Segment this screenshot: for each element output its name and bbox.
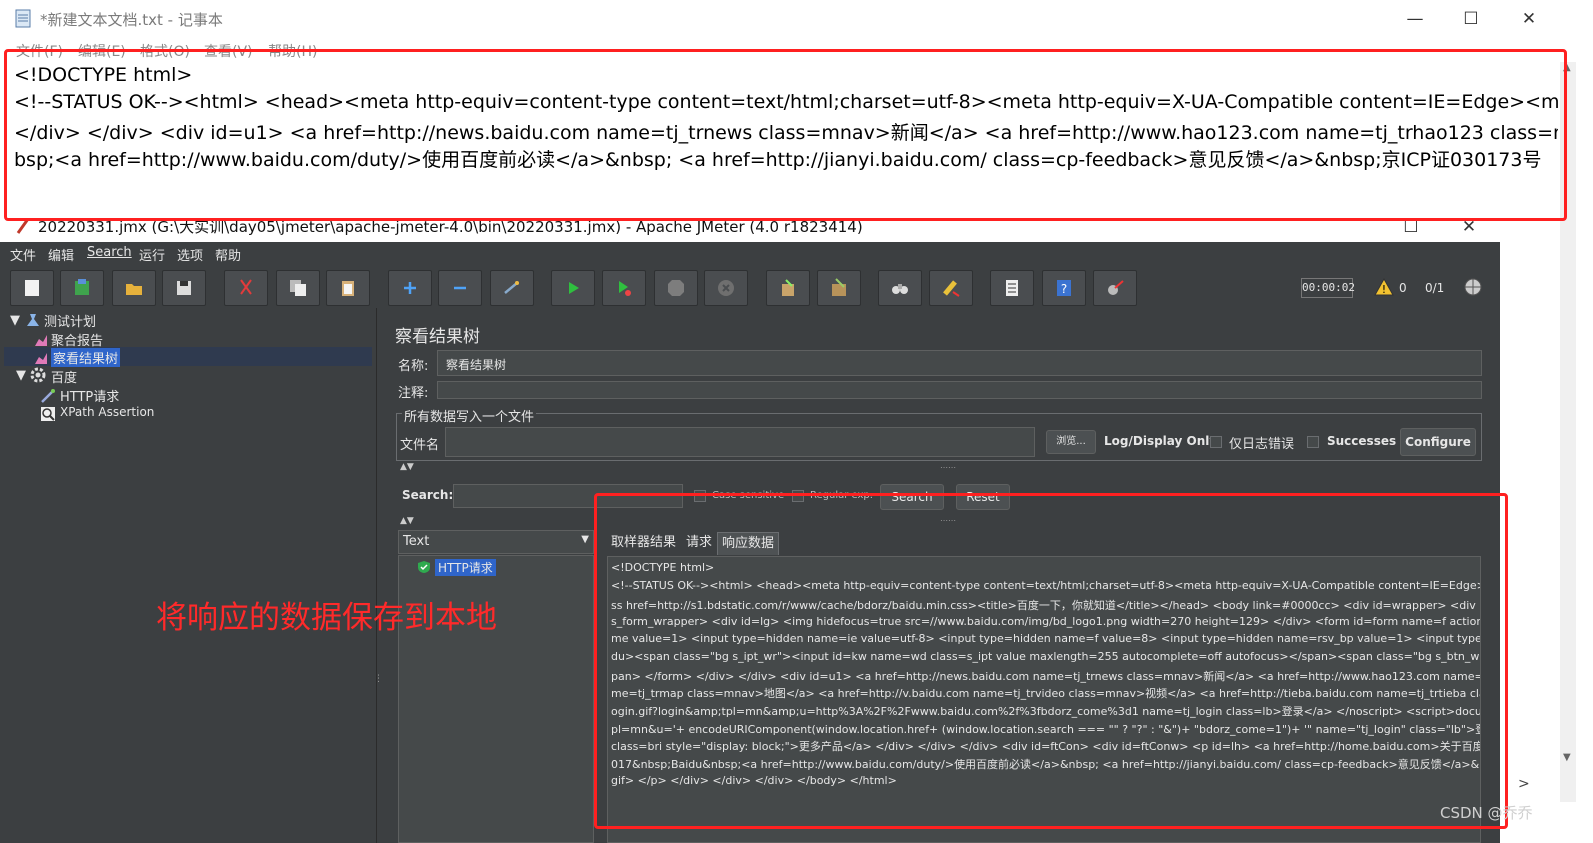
- collapse-arrow-icon[interactable]: ▼: [10, 313, 20, 328]
- successes-checkbox[interactable]: [1307, 436, 1319, 448]
- success-shield-icon: [417, 559, 431, 578]
- maximize-button[interactable]: ☐: [1448, 4, 1494, 34]
- renderer-select[interactable]: Text ▼: [398, 530, 594, 554]
- scroll-down-icon[interactable]: ▼: [1563, 752, 1571, 763]
- open-icon[interactable]: [112, 270, 156, 306]
- save-icon[interactable]: [162, 270, 206, 306]
- menu-search[interactable]: Search: [87, 245, 132, 260]
- function-helper-icon[interactable]: [990, 270, 1034, 306]
- result-item-http-request[interactable]: HTTP请求: [435, 559, 496, 576]
- remote-start-icon[interactable]: [1093, 270, 1137, 306]
- menu-options[interactable]: 选项: [177, 245, 203, 264]
- stop-icon[interactable]: [654, 270, 698, 306]
- cut-icon[interactable]: [224, 270, 268, 306]
- thread-count: 0/1: [1425, 281, 1445, 295]
- scroll-right-icon[interactable]: >: [1518, 776, 1530, 792]
- start-icon[interactable]: [551, 270, 595, 306]
- shutdown-icon[interactable]: [704, 270, 748, 306]
- menu-help[interactable]: 帮助: [215, 245, 241, 264]
- jmeter-menubar: 文件 编辑 Search 运行 选项 帮助: [0, 242, 1500, 266]
- successes-label: Successes: [1327, 434, 1397, 448]
- tree-item-view-results-tree[interactable]: 察看结果树: [51, 348, 121, 367]
- notepad-title: *新建文本文档.txt - 记事本: [40, 11, 223, 29]
- tree-item-baidu[interactable]: 百度: [51, 367, 77, 386]
- toggle-icon[interactable]: [490, 270, 534, 306]
- help-icon[interactable]: ?: [1042, 270, 1086, 306]
- browse-button[interactable]: 浏览...: [1046, 430, 1096, 454]
- warning-icon[interactable]: !: [1374, 277, 1394, 300]
- remote-globe-icon[interactable]: [1463, 277, 1483, 301]
- warning-count: 0: [1399, 281, 1407, 295]
- errors-label: 仅日志错误: [1229, 437, 1295, 452]
- close-button[interactable]: ✕: [1506, 4, 1552, 34]
- svg-text:!: !: [1382, 283, 1386, 296]
- svg-text:?: ?: [1061, 282, 1067, 296]
- chevron-down-icon: ▼: [581, 534, 589, 545]
- tree-item-test-plan[interactable]: 测试计划: [44, 311, 96, 330]
- collapse-icon[interactable]: [438, 270, 482, 306]
- expand-icon[interactable]: [388, 270, 432, 306]
- notepad-icon: [14, 8, 32, 28]
- minimize-button[interactable]: —: [1392, 4, 1438, 34]
- clear-icon[interactable]: [766, 270, 810, 306]
- collapse-toggle-icon[interactable]: ▲▼: [400, 462, 414, 472]
- collapse-toggle-icon[interactable]: ▲▼: [400, 516, 414, 526]
- annotation-box-notepad: [4, 49, 1567, 221]
- clear-all-icon[interactable]: [817, 270, 861, 306]
- menu-file[interactable]: 文件: [10, 245, 36, 264]
- magnifier-icon: [40, 406, 56, 426]
- watermark: CSDN @乔乔: [1440, 804, 1533, 822]
- notepad-titlebar: *新建文本文档.txt - 记事本 — ☐ ✕: [0, 0, 1593, 38]
- comment-input[interactable]: [437, 381, 1482, 399]
- annotation-box-response: [594, 493, 1508, 829]
- splitter-handle[interactable]: ⋯⋯: [940, 463, 956, 472]
- log-display-only-label: Log/Display Only:: [1104, 434, 1222, 448]
- tree-item-http-request[interactable]: HTTP请求: [60, 386, 119, 405]
- menu-edit[interactable]: 编辑: [48, 245, 74, 264]
- test-plan-tree: ▼ 测试计划 聚合报告 察看结果树 ▼ 百度 HTTP请求 XPath Asse…: [4, 308, 383, 843]
- start-no-pauses-icon[interactable]: [602, 270, 646, 306]
- tree-item-xpath-assertion[interactable]: XPath Assertion: [60, 405, 154, 419]
- write-to-file-title: 所有数据写入一个文件: [402, 406, 537, 425]
- gear-icon: [30, 367, 46, 387]
- filename-label: 文件名: [400, 438, 440, 453]
- configure-button[interactable]: Configure: [1400, 428, 1476, 456]
- paste-icon[interactable]: [326, 270, 370, 306]
- new-icon[interactable]: [10, 270, 54, 306]
- copy-icon[interactable]: [276, 270, 320, 306]
- annotation-text: 将响应的数据保存到本地: [156, 600, 497, 636]
- comment-label: 注释:: [398, 386, 429, 401]
- collapse-arrow-icon[interactable]: ▼: [16, 368, 26, 383]
- errors-checkbox[interactable]: [1210, 436, 1222, 448]
- pipette-icon: [40, 388, 56, 408]
- elapsed-timer: 00:00:02: [1301, 278, 1355, 298]
- name-input[interactable]: 察看结果树: [437, 350, 1482, 376]
- menu-run[interactable]: 运行: [139, 245, 165, 264]
- search-label: Search:: [402, 488, 454, 502]
- test-plan-icon: [26, 312, 40, 331]
- splitter-handle[interactable]: ⋮: [374, 674, 383, 684]
- templates-icon[interactable]: [60, 270, 104, 306]
- panel-heading: 察看结果树: [395, 327, 480, 347]
- name-label: 名称:: [398, 359, 429, 374]
- filename-input[interactable]: [445, 427, 1035, 457]
- search-binoculars-icon[interactable]: [878, 270, 922, 306]
- reset-search-icon[interactable]: [929, 270, 973, 306]
